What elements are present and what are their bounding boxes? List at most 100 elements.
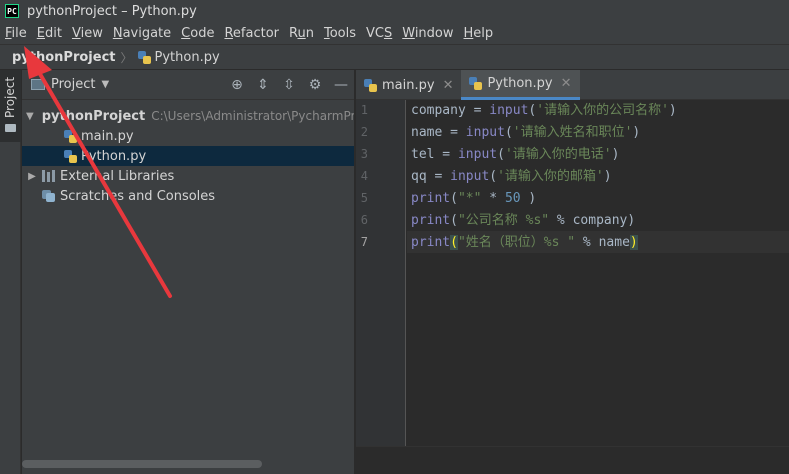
menu-bar: File Edit View Navigate Code Refactor Run Tools… <box>0 22 789 44</box>
code-token: company = <box>411 103 490 118</box>
crosshair-icon[interactable]: ⊕ <box>224 77 250 93</box>
project-view-selector[interactable]: Project <box>51 77 95 92</box>
code-token: print <box>411 235 451 250</box>
code-token: % company) <box>549 213 636 228</box>
tab-label: Python.py <box>487 76 553 91</box>
collapse-all-icon[interactable]: ⇳ <box>276 77 302 93</box>
code-token: ) <box>668 103 677 118</box>
menu-code[interactable]: Code <box>181 26 214 41</box>
tab-main-py[interactable]: main.py ✕ <box>356 70 461 100</box>
tree-item-label: Python.py <box>81 148 147 164</box>
project-root-path: C:\Users\Administrator\PycharmPr <box>151 109 354 123</box>
chevron-down-icon[interactable]: ▼ <box>26 111 34 122</box>
breadcrumb: pythonProject 〉 Python.py <box>0 44 789 70</box>
code-token: ( <box>497 147 505 162</box>
code-token: input <box>457 147 498 162</box>
code-token: input <box>465 125 505 140</box>
tree-item-label: Scratches and Consoles <box>60 188 216 204</box>
chevron-right-icon[interactable]: ▶ <box>26 171 38 182</box>
code-line[interactable]: company = input('请输入你的公司名称') <box>411 100 677 122</box>
scratches-icon <box>42 190 56 202</box>
code-token: qq = <box>411 169 451 184</box>
code-token: ( <box>450 191 458 206</box>
tree-item-external-libraries[interactable]: ▶ External Libraries <box>22 166 354 186</box>
code-line[interactable]: qq = input('请输入你的邮箱') <box>411 166 612 188</box>
code-token: '请输入你的邮箱' <box>497 169 604 184</box>
code-line[interactable]: print("公司名称 %s" % company) <box>411 210 635 232</box>
line-number: 2 <box>360 125 368 139</box>
code-token: '请输入你的电话' <box>504 147 612 162</box>
code-line[interactable]: tel = input('请输入你的电话') <box>411 144 619 166</box>
code-token: ( <box>489 169 498 184</box>
tree-item-scratches[interactable]: Scratches and Consoles <box>22 186 354 206</box>
tree-item-python-py[interactable]: Python.py <box>22 146 354 166</box>
code-line[interactable]: print("姓名（职位）%s " % name) <box>411 232 638 254</box>
code-token: "姓名（职位）%s " <box>457 235 576 250</box>
tree-item-label: External Libraries <box>60 168 175 184</box>
menu-view[interactable]: View <box>72 26 103 41</box>
code-token: * <box>481 191 505 206</box>
menu-navigate[interactable]: Navigate <box>113 26 171 41</box>
project-tool-label: Project <box>3 76 17 118</box>
horizontal-scrollbar[interactable] <box>22 460 262 468</box>
code-token: ) <box>629 235 638 250</box>
gear-icon[interactable]: ⚙ <box>302 77 328 93</box>
code-token: ) <box>603 169 612 184</box>
project-panel: Project ▼ ⊕ ⇕ ⇳ ⚙ — ▼ pythonProject C:\U… <box>22 70 354 474</box>
code-token: tel = <box>411 147 458 162</box>
tree-root[interactable]: ▼ pythonProject C:\Users\Administrator\P… <box>22 106 354 126</box>
line-number: 6 <box>360 213 368 227</box>
code-token: "公司名称 %s" <box>457 213 550 228</box>
menu-help[interactable]: Help <box>464 26 494 41</box>
code-token: ) <box>632 125 641 140</box>
chevron-down-icon[interactable]: ▼ <box>101 79 109 90</box>
menu-edit[interactable]: Edit <box>37 26 62 41</box>
code-token: name = <box>411 125 466 140</box>
editor-tab-bar: main.py ✕ Python.py ✕ <box>356 70 789 100</box>
menu-refactor[interactable]: Refactor <box>224 26 279 41</box>
minimize-icon[interactable]: — <box>328 77 354 93</box>
pycharm-logo-icon: PC <box>5 4 19 18</box>
editor-bottom-area <box>356 446 789 474</box>
menu-tools[interactable]: Tools <box>324 26 356 41</box>
expand-all-icon[interactable]: ⇕ <box>250 77 276 93</box>
folder-icon <box>5 124 16 132</box>
menu-vcs[interactable]: VCS <box>366 26 392 41</box>
code-token: ) <box>520 191 537 206</box>
line-number: 3 <box>360 147 368 161</box>
project-root-name: pythonProject <box>41 108 146 124</box>
code-editor[interactable]: company = input('请输入你的公司名称') name = input… <box>407 100 789 446</box>
tree-item-label: main.py <box>81 128 134 144</box>
tab-python-py[interactable]: Python.py ✕ <box>461 70 580 100</box>
menu-file[interactable]: File <box>5 26 27 41</box>
project-tool-tab[interactable]: Project <box>0 70 21 142</box>
breadcrumb-separator-icon: 〉 <box>120 50 133 65</box>
breadcrumb-file[interactable]: Python.py <box>155 50 220 65</box>
code-token: ( <box>450 235 458 250</box>
python-file-icon <box>469 77 483 90</box>
python-file-icon <box>64 149 77 163</box>
line-number: 5 <box>360 191 368 205</box>
tree-item-main-py[interactable]: main.py <box>22 126 354 146</box>
tab-label: main.py <box>382 77 435 93</box>
python-file-icon <box>364 78 377 92</box>
breadcrumb-project[interactable]: pythonProject <box>12 50 116 65</box>
project-view-icon <box>31 79 45 90</box>
tool-window-strip: Project <box>0 70 21 474</box>
code-token: '请输入你的公司名称' <box>536 103 669 118</box>
close-icon[interactable]: ✕ <box>443 78 454 93</box>
menu-window[interactable]: Window <box>402 26 453 41</box>
line-number-gutter[interactable]: 1 2 3 4 5 6 7 <box>356 100 406 446</box>
code-line[interactable]: print("*" * 50 ) <box>411 188 536 210</box>
python-file-icon <box>137 50 151 64</box>
title-bar: PC pythonProject – Python.py <box>0 0 789 22</box>
project-panel-header: Project ▼ ⊕ ⇕ ⇳ ⚙ — <box>22 70 354 100</box>
code-token: input <box>489 103 529 118</box>
line-number: 1 <box>360 103 368 117</box>
libraries-icon <box>42 170 56 182</box>
close-icon[interactable]: ✕ <box>561 76 572 91</box>
python-file-icon <box>64 129 77 143</box>
code-line[interactable]: name = input('请输入姓名和职位') <box>411 122 640 144</box>
menu-run[interactable]: Run <box>289 26 314 41</box>
code-token: ( <box>450 213 458 228</box>
